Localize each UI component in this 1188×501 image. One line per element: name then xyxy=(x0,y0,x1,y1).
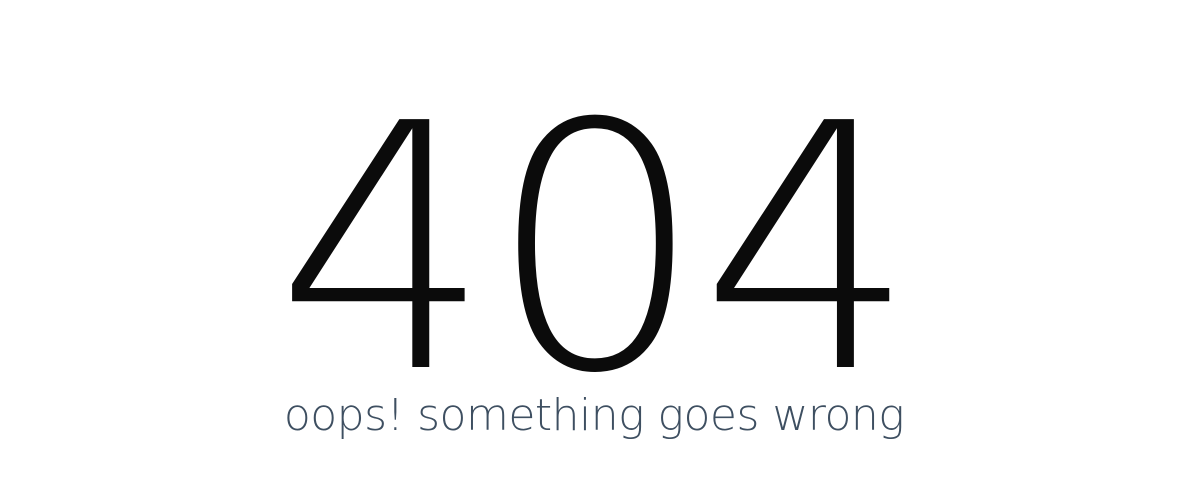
error-page: 404 oops! something goes wrong xyxy=(0,0,1188,501)
error-message: oops! something goes wrong xyxy=(283,390,905,441)
error-code: 404 xyxy=(275,52,917,448)
